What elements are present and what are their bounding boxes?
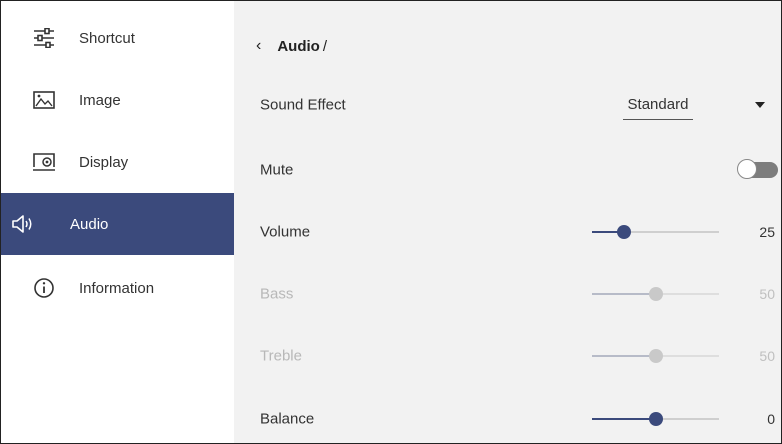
- treble-slider: [592, 346, 719, 366]
- sound-effect-select[interactable]: Standard: [623, 96, 693, 120]
- treble-row: Treble 50: [234, 336, 781, 376]
- sidebar-item-label: Audio: [70, 215, 109, 233]
- sound-effect-label: Sound Effect: [260, 96, 346, 114]
- slider-thumb: [648, 287, 663, 301]
- balance-label: Balance: [260, 410, 315, 428]
- breadcrumb: ‹ Audio /: [256, 37, 327, 55]
- slider-fill: [592, 355, 656, 357]
- display-settings-icon: [32, 150, 56, 174]
- slider-thumb[interactable]: [648, 412, 663, 426]
- sidebar-item-label: Information: [79, 279, 155, 297]
- balance-value: 0: [767, 411, 775, 427]
- audio-settings-panel: ‹ Audio / Sound Effect Standard Mute Vol…: [234, 1, 781, 443]
- balance-slider[interactable]: [592, 409, 719, 429]
- speaker-icon: [11, 212, 35, 236]
- sliders-icon: [32, 26, 56, 50]
- volume-value: 25: [759, 224, 775, 240]
- bass-label: Bass: [260, 285, 294, 303]
- balance-row: Balance 0: [234, 399, 781, 439]
- mute-toggle[interactable]: [737, 159, 778, 179]
- volume-slider[interactable]: [592, 222, 719, 242]
- chevron-down-icon[interactable]: [755, 102, 765, 108]
- back-button[interactable]: ‹: [256, 37, 261, 55]
- sidebar-item-label: Display: [79, 153, 129, 171]
- sound-effect-row: Sound Effect Standard: [234, 85, 781, 125]
- bass-slider: [592, 284, 719, 304]
- volume-label: Volume: [260, 223, 311, 241]
- mute-row: Mute: [234, 150, 781, 190]
- sidebar-item-label: Shortcut: [79, 29, 135, 47]
- treble-label: Treble: [260, 347, 302, 365]
- bass-row: Bass 50: [234, 274, 781, 314]
- settings-window: Shortcut Image Display Audio Information…: [0, 0, 782, 444]
- image-icon: [32, 88, 56, 112]
- page-title: Audio: [277, 37, 320, 55]
- mute-label: Mute: [260, 161, 294, 179]
- slider-thumb: [648, 349, 663, 363]
- slider-fill: [592, 293, 656, 295]
- sidebar-item-image[interactable]: Image: [1, 69, 234, 131]
- slider-thumb[interactable]: [616, 225, 631, 239]
- toggle-knob: [737, 159, 757, 179]
- sidebar-item-label: Image: [79, 91, 121, 109]
- sidebar-item-shortcut[interactable]: Shortcut: [1, 7, 234, 69]
- slider-fill: [592, 418, 656, 420]
- volume-row: Volume 25: [234, 212, 781, 252]
- breadcrumb-separator: /: [322, 37, 327, 55]
- sidebar-item-information[interactable]: Information: [1, 257, 234, 319]
- info-icon: [32, 276, 56, 300]
- sidebar: Shortcut Image Display Audio Information: [1, 1, 234, 443]
- sidebar-item-display[interactable]: Display: [1, 131, 234, 193]
- treble-value: 50: [759, 348, 775, 364]
- sidebar-item-audio[interactable]: Audio: [1, 193, 234, 255]
- bass-value: 50: [759, 286, 775, 302]
